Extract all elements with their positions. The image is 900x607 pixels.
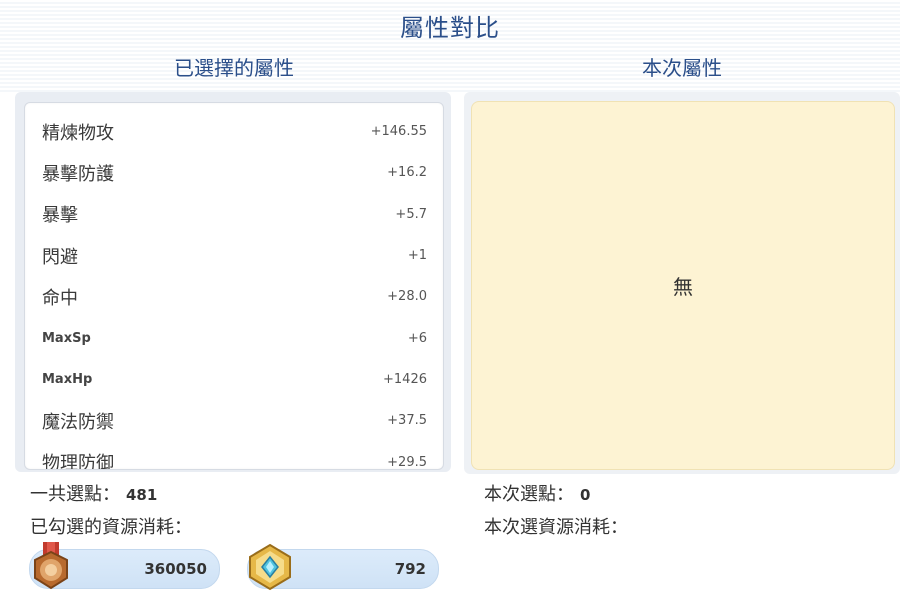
attribute-value: +1426	[383, 371, 427, 387]
attribute-value: +16.2	[387, 165, 427, 181]
attribute-value: +28.0	[387, 289, 427, 305]
attribute-value: +5.7	[395, 206, 427, 222]
selected-attributes-list[interactable]: 精煉物攻 +146.55 暴擊防護 +16.2 暴擊 +5.7 閃避 +1 命中…	[24, 102, 444, 470]
attribute-name: MaxSp	[42, 330, 91, 346]
total-points: 一共選點： 481	[30, 480, 157, 506]
current-points-value: 0	[580, 486, 591, 504]
attribute-name: 魔法防禦	[42, 411, 114, 433]
attribute-row: MaxHp +1426	[25, 359, 443, 400]
attribute-value: +6	[407, 330, 427, 346]
attribute-row: 精煉物攻 +146.55	[25, 111, 443, 152]
current-points-label: 本次選點：	[484, 484, 574, 505]
empty-text: 無	[673, 275, 693, 299]
attribute-name: 暴擊防護	[42, 163, 114, 185]
resource-value: 360050	[144, 560, 207, 578]
selected-attributes-header: 已選擇的屬性	[174, 56, 294, 80]
attribute-row: 暴擊 +5.7	[25, 194, 443, 235]
attribute-row: 物理防御 +29.5	[25, 441, 443, 470]
current-cost-label: 本次選資源消耗：	[484, 517, 628, 538]
attribute-name: MaxHp	[42, 371, 93, 387]
attribute-name: 暴擊	[42, 205, 78, 227]
selected-cost-label: 已勾選的資源消耗：	[30, 517, 192, 538]
attribute-value: +1	[407, 248, 427, 264]
attribute-row: 閃避 +1	[25, 235, 443, 276]
attribute-name: 精煉物攻	[42, 122, 114, 144]
total-points-label: 一共選點：	[30, 484, 120, 505]
attribute-value: +37.5	[387, 413, 427, 429]
gold-crystal-icon	[249, 543, 291, 591]
bronze-medal-icon	[34, 542, 68, 590]
attribute-name: 閃避	[42, 246, 78, 268]
attribute-name: 命中	[42, 287, 78, 309]
page-title: 屬性對比	[400, 14, 500, 42]
current-attributes-box: 無	[471, 101, 895, 470]
attribute-row: MaxSp +6	[25, 317, 443, 358]
attribute-name: 物理防御	[42, 453, 114, 470]
attribute-row: 暴擊防護 +16.2	[25, 152, 443, 193]
attribute-row: 命中 +28.0	[25, 276, 443, 317]
resource-value: 792	[394, 560, 426, 578]
current-points: 本次選點： 0	[484, 480, 590, 506]
attribute-row: 魔法防禦 +37.5	[25, 400, 443, 441]
total-points-value: 481	[126, 486, 158, 504]
current-attributes-header: 本次屬性	[642, 56, 722, 80]
attribute-value: +146.55	[370, 124, 427, 140]
attribute-value: +29.5	[387, 454, 427, 470]
